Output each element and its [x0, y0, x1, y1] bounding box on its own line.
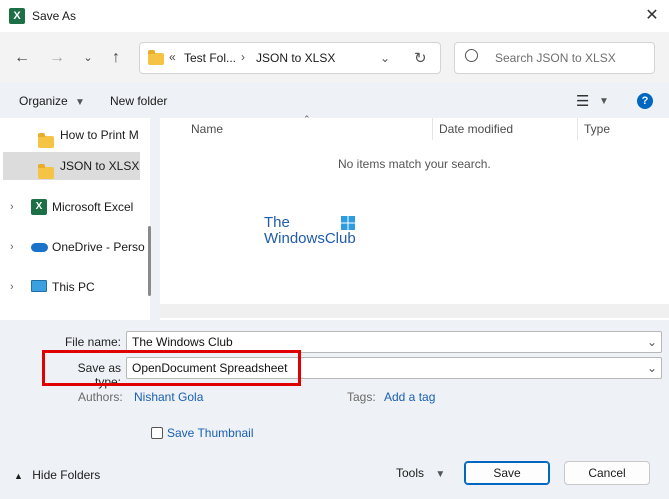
add-tag-link[interactable]: Add a tag: [384, 390, 435, 404]
organize-button[interactable]: Organize ▼: [19, 94, 85, 108]
chevron-down-icon[interactable]: ⌄: [647, 361, 657, 375]
address-dropdown-icon[interactable]: ⌄: [380, 51, 390, 65]
window-title: Save As: [32, 9, 77, 23]
save-thumbnail-checkbox[interactable]: [151, 427, 163, 439]
empty-list-message: No items match your search.: [338, 157, 491, 171]
tree-item-microsoft-excel[interactable]: › X Microsoft Excel: [0, 193, 150, 221]
column-divider[interactable]: [432, 118, 433, 140]
pc-icon: [31, 280, 47, 292]
authors-value[interactable]: Nishant Gola: [134, 390, 203, 404]
tree-item-how-to-print[interactable]: How to Print M: [0, 121, 150, 149]
highlight-box: [42, 350, 301, 386]
tags-label: Tags:: [347, 390, 376, 404]
horizontal-scrollbar[interactable]: [160, 304, 669, 318]
forward-arrow-icon[interactable]: →: [45, 46, 69, 70]
cancel-button[interactable]: Cancel: [564, 461, 650, 485]
excel-icon: X: [9, 8, 25, 24]
folder-icon: [38, 133, 54, 148]
organize-label: Organize: [19, 94, 68, 108]
tools-label: Tools: [396, 466, 425, 480]
breadcrumb-json-to-xlsx[interactable]: JSON to XLSX: [256, 51, 335, 65]
watermark-line-2: WindowsClub: [264, 230, 356, 247]
column-header-name[interactable]: Name: [191, 122, 223, 136]
help-icon[interactable]: ?: [637, 93, 653, 109]
onedrive-icon: [31, 243, 48, 252]
column-divider[interactable]: [577, 118, 578, 140]
view-dropdown-icon[interactable]: ▼: [599, 96, 609, 107]
chevron-down-icon[interactable]: ⌄: [647, 335, 657, 349]
windows-logo-icon: [341, 216, 355, 230]
column-header-type[interactable]: Type: [584, 122, 610, 136]
folder-icon: [38, 164, 54, 179]
search-placeholder: Search JSON to XLSX: [495, 51, 616, 65]
expand-chevron-icon[interactable]: ›: [10, 193, 14, 221]
tree-scrollbar[interactable]: [148, 226, 151, 296]
tree-item-label: JSON to XLSX: [60, 159, 140, 173]
title-bar: [0, 0, 669, 32]
authors-label: Authors:: [78, 390, 123, 404]
save-thumbnail-label[interactable]: Save Thumbnail: [167, 426, 254, 440]
breadcrumb-test-folder[interactable]: Test Fol...: [184, 51, 236, 65]
file-name-value: The Windows Club: [132, 335, 233, 349]
close-icon[interactable]: ✕: [640, 4, 664, 28]
expand-chevron-icon[interactable]: ›: [10, 233, 14, 261]
up-arrow-icon[interactable]: ↑: [104, 46, 128, 70]
address-bar[interactable]: « Test Fol... › JSON to XLSX ⌄ ↻: [139, 42, 441, 74]
refresh-icon[interactable]: ↻: [414, 49, 427, 67]
tree-item-label: This PC: [52, 280, 95, 294]
view-options-icon[interactable]: ☰: [576, 92, 589, 110]
sort-ascending-icon: ⌃: [303, 114, 311, 124]
hide-folders-button[interactable]: ▲ Hide Folders: [14, 468, 100, 482]
back-arrow-icon[interactable]: ←: [10, 46, 34, 70]
tree-item-onedrive[interactable]: › OneDrive - Perso: [0, 233, 150, 261]
tree-item-json-to-xlsx[interactable]: JSON to XLSX: [3, 152, 140, 180]
tree-item-label: OneDrive - Perso: [52, 240, 145, 254]
new-folder-button[interactable]: New folder: [110, 94, 167, 108]
breadcrumb-overflow[interactable]: «: [169, 50, 176, 64]
command-bar: [0, 84, 669, 118]
save-button[interactable]: Save: [464, 461, 550, 485]
chevron-down-icon: ▼: [75, 97, 85, 108]
hide-folders-label: Hide Folders: [32, 468, 101, 482]
tree-item-label: How to Print M: [60, 128, 139, 142]
chevron-up-icon: ▲: [14, 471, 23, 481]
chevron-down-icon: ▼: [435, 469, 446, 480]
breadcrumb-separator: ›: [241, 50, 245, 64]
file-name-label: File name:: [64, 335, 121, 349]
recent-locations-chevron-icon[interactable]: ⌄: [76, 46, 100, 70]
tree-item-label: Microsoft Excel: [52, 200, 134, 214]
expand-chevron-icon[interactable]: ›: [10, 273, 14, 301]
tools-button[interactable]: Tools ▼: [396, 466, 445, 480]
column-header-date-modified[interactable]: Date modified: [439, 122, 513, 136]
file-list[interactable]: [160, 118, 669, 320]
search-icon: [465, 49, 478, 62]
search-input[interactable]: Search JSON to XLSX: [454, 42, 655, 74]
excel-icon: X: [31, 199, 47, 215]
folder-icon: [148, 50, 164, 65]
tree-item-this-pc[interactable]: › This PC: [0, 273, 150, 301]
